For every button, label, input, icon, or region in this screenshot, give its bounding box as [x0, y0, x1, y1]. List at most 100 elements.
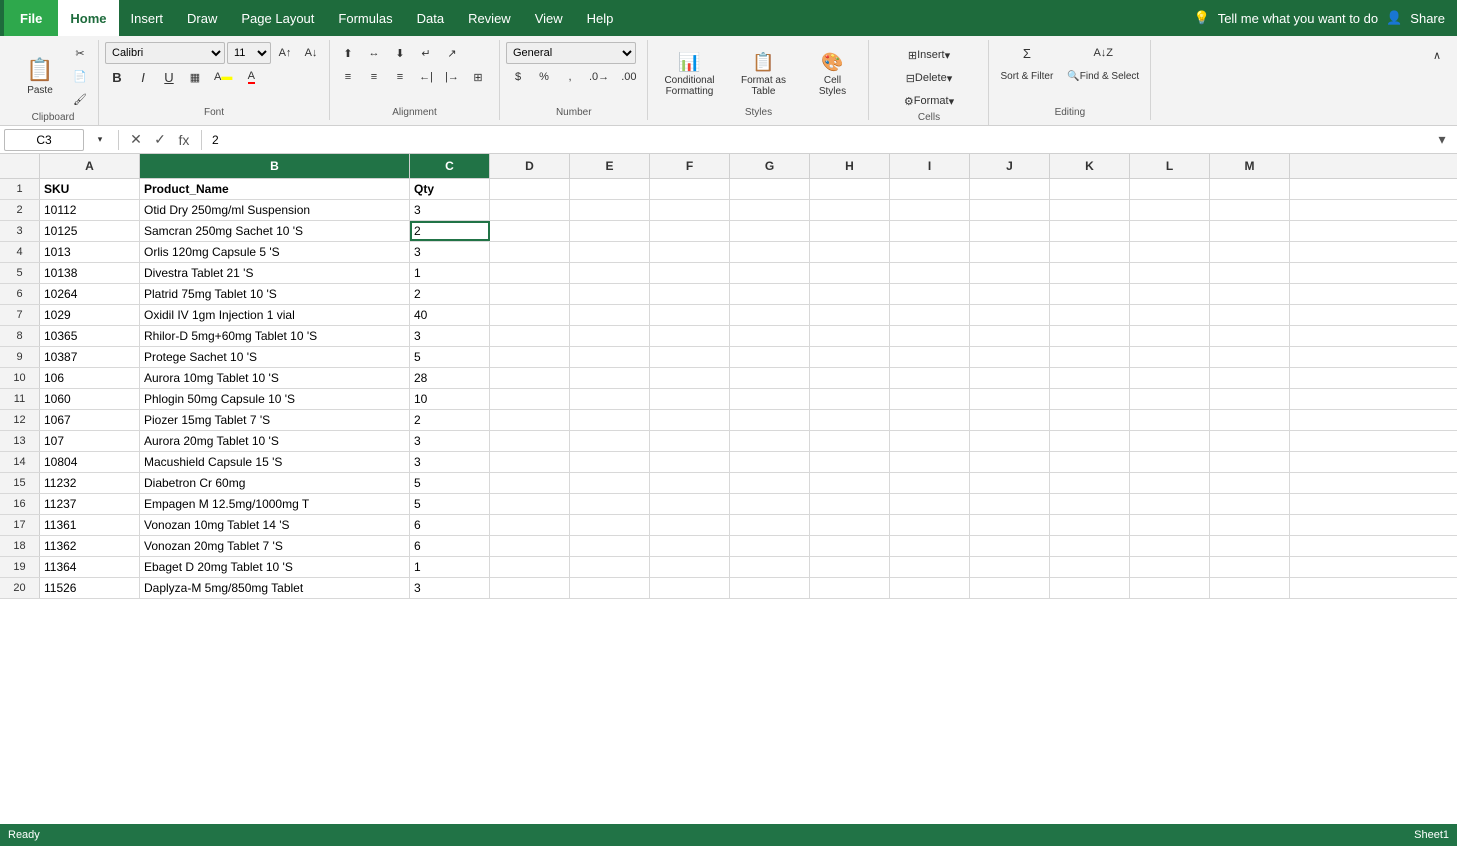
- cell-F3[interactable]: [650, 221, 730, 241]
- cell-L8[interactable]: [1130, 326, 1210, 346]
- cell-A12[interactable]: 1067: [40, 410, 140, 430]
- row-num-2[interactable]: 2: [0, 200, 40, 220]
- cell-A11[interactable]: 1060: [40, 389, 140, 409]
- cell-H17[interactable]: [810, 515, 890, 535]
- cell-B4[interactable]: Orlis 120mg Capsule 5 'S: [140, 242, 410, 262]
- row-num-6[interactable]: 6: [0, 284, 40, 304]
- cell-G14[interactable]: [730, 452, 810, 472]
- cell-D5[interactable]: [490, 263, 570, 283]
- cell-M12[interactable]: [1210, 410, 1290, 430]
- currency-button[interactable]: $: [506, 66, 530, 88]
- menu-help[interactable]: Help: [575, 0, 626, 36]
- cell-B2[interactable]: Otid Dry 250mg/ml Suspension: [140, 200, 410, 220]
- cell-M20[interactable]: [1210, 578, 1290, 598]
- cell-A15[interactable]: 11232: [40, 473, 140, 493]
- row-num-12[interactable]: 12: [0, 410, 40, 430]
- cell-A16[interactable]: 11237: [40, 494, 140, 514]
- cell-G13[interactable]: [730, 431, 810, 451]
- cell-A3[interactable]: 10125: [40, 221, 140, 241]
- cell-B16[interactable]: Empagen M 12.5mg/1000mg T: [140, 494, 410, 514]
- cell-E11[interactable]: [570, 389, 650, 409]
- col-header-E[interactable]: E: [570, 154, 650, 178]
- cell-L18[interactable]: [1130, 536, 1210, 556]
- cell-E9[interactable]: [570, 347, 650, 367]
- orientation-button[interactable]: ↗: [440, 42, 464, 64]
- cell-A18[interactable]: 11362: [40, 536, 140, 556]
- col-header-M[interactable]: M: [1210, 154, 1290, 178]
- cell-C13[interactable]: 3: [410, 431, 490, 451]
- autosum-button[interactable]: Σ: [995, 42, 1058, 64]
- cell-I19[interactable]: [890, 557, 970, 577]
- col-header-J[interactable]: J: [970, 154, 1050, 178]
- cell-L20[interactable]: [1130, 578, 1210, 598]
- cell-H7[interactable]: [810, 305, 890, 325]
- cell-M17[interactable]: [1210, 515, 1290, 535]
- format-painter-button[interactable]: 🖌: [68, 88, 92, 110]
- conditional-formatting-button[interactable]: 📊 Conditional Formatting: [654, 43, 724, 107]
- row-num-10[interactable]: 10: [0, 368, 40, 388]
- expand-name-button[interactable]: ▾: [88, 129, 112, 151]
- cell-G20[interactable]: [730, 578, 810, 598]
- cell-K14[interactable]: [1050, 452, 1130, 472]
- cell-L1[interactable]: [1130, 179, 1210, 199]
- cell-J20[interactable]: [970, 578, 1050, 598]
- cell-K16[interactable]: [1050, 494, 1130, 514]
- cell-M10[interactable]: [1210, 368, 1290, 388]
- cell-D18[interactable]: [490, 536, 570, 556]
- cell-J6[interactable]: [970, 284, 1050, 304]
- cell-G16[interactable]: [730, 494, 810, 514]
- row-num-19[interactable]: 19: [0, 557, 40, 577]
- cell-J10[interactable]: [970, 368, 1050, 388]
- cell-D8[interactable]: [490, 326, 570, 346]
- wrap-text-button[interactable]: ↵: [414, 42, 438, 64]
- cell-C16[interactable]: 5: [410, 494, 490, 514]
- number-format-select[interactable]: General: [506, 42, 636, 64]
- cell-F10[interactable]: [650, 368, 730, 388]
- row-num-15[interactable]: 15: [0, 473, 40, 493]
- cell-F4[interactable]: [650, 242, 730, 262]
- cell-A1[interactable]: SKU: [40, 179, 140, 199]
- cell-H1[interactable]: [810, 179, 890, 199]
- cell-K6[interactable]: [1050, 284, 1130, 304]
- cell-G11[interactable]: [730, 389, 810, 409]
- cut-button[interactable]: ✂: [68, 42, 92, 64]
- underline-button[interactable]: U: [157, 66, 181, 88]
- cell-E12[interactable]: [570, 410, 650, 430]
- cell-D10[interactable]: [490, 368, 570, 388]
- cell-B11[interactable]: Phlogin 50mg Capsule 10 'S: [140, 389, 410, 409]
- cell-E7[interactable]: [570, 305, 650, 325]
- cell-J14[interactable]: [970, 452, 1050, 472]
- percent-button[interactable]: %: [532, 66, 556, 88]
- cell-H6[interactable]: [810, 284, 890, 304]
- cell-F9[interactable]: [650, 347, 730, 367]
- tell-me-input[interactable]: Tell me what you want to do: [1218, 11, 1378, 26]
- cell-H20[interactable]: [810, 578, 890, 598]
- cell-F6[interactable]: [650, 284, 730, 304]
- cell-E16[interactable]: [570, 494, 650, 514]
- menu-file[interactable]: File: [4, 0, 58, 36]
- cell-C1[interactable]: Qty: [410, 179, 490, 199]
- cell-C5[interactable]: 1: [410, 263, 490, 283]
- cell-E20[interactable]: [570, 578, 650, 598]
- row-num-3[interactable]: 3: [0, 221, 40, 241]
- cell-J16[interactable]: [970, 494, 1050, 514]
- merge-center-button[interactable]: ⊞: [466, 66, 490, 88]
- menu-view[interactable]: View: [523, 0, 575, 36]
- cell-K18[interactable]: [1050, 536, 1130, 556]
- cell-I18[interactable]: [890, 536, 970, 556]
- cell-F17[interactable]: [650, 515, 730, 535]
- cell-L17[interactable]: [1130, 515, 1210, 535]
- share-button[interactable]: Share: [1410, 11, 1445, 26]
- cell-G15[interactable]: [730, 473, 810, 493]
- expand-formula-bar-button[interactable]: ▾: [1431, 129, 1453, 151]
- cell-B8[interactable]: Rhilor-D 5mg+60mg Tablet 10 'S: [140, 326, 410, 346]
- cell-H3[interactable]: [810, 221, 890, 241]
- cell-D16[interactable]: [490, 494, 570, 514]
- row-num-1[interactable]: 1: [0, 179, 40, 199]
- comma-button[interactable]: ,: [558, 66, 582, 88]
- cell-H13[interactable]: [810, 431, 890, 451]
- cell-D13[interactable]: [490, 431, 570, 451]
- cell-K7[interactable]: [1050, 305, 1130, 325]
- cell-I12[interactable]: [890, 410, 970, 430]
- cell-I15[interactable]: [890, 473, 970, 493]
